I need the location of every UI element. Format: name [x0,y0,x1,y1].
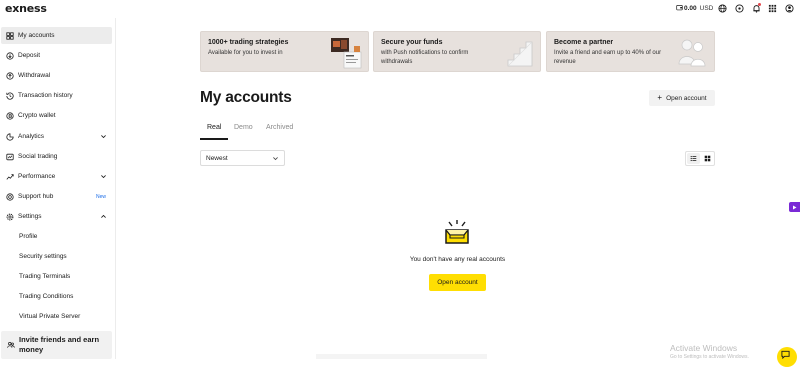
analytics-icon [6,132,14,141]
promo-text: Invite a friend and earn up to 40% of ou… [554,50,662,65]
support-icon [6,192,14,201]
activate-windows-watermark: Activate Windows Go to Settings to activ… [670,343,749,360]
promo-card-strategies[interactable]: 1000+ trading strategies Available for y… [200,31,369,72]
play-icon [793,205,797,209]
trading-screens-illustration [330,36,362,75]
sidebar-item-label: Analytics [18,133,45,140]
sidebar: My accounts Deposit Withdrawal Transacti… [0,18,116,359]
sidebar-item-withdrawal[interactable]: Withdrawal [1,67,112,84]
wallet-icon [676,4,683,13]
invite-friends-banner[interactable]: Invite friends and earn money [1,331,112,359]
settings-sub-trading-conditions[interactable]: Trading Conditions [19,293,73,300]
chat-support-button[interactable] [777,347,797,367]
sidebar-item-performance[interactable]: Performance [1,168,112,185]
accounts-grid-icon [6,31,14,40]
promo-title: Secure your funds [381,39,443,46]
grid-view-button[interactable] [701,153,714,164]
help-icon[interactable] [734,3,745,14]
empty-state-message: You don't have any real accounts [409,256,506,263]
chevron-down-icon [272,155,279,162]
performance-icon [6,173,14,181]
top-bar: exness 0.00 USD [0,0,800,18]
crypto-wallet-icon [6,111,14,120]
sidebar-item-label: My accounts [18,32,55,39]
settings-sub-vps[interactable]: Virtual Private Server [19,313,80,320]
sort-dropdown[interactable]: Newest [200,150,285,166]
promo-card-partner[interactable]: Become a partner Invite a friend and ear… [546,31,715,72]
plus-icon: + [657,93,663,102]
balance-currency: USD [699,5,714,12]
stairs-illustration [504,36,534,73]
sidebar-item-label: Withdrawal [18,72,51,79]
apps-grid-icon[interactable] [767,3,778,14]
grid-view-icon [704,155,711,162]
sidebar-item-label: Performance [18,173,56,180]
empty-box-icon [443,219,471,245]
promo-card-secure-funds[interactable]: Secure your funds with Push notification… [373,31,541,72]
sidebar-item-social-trading[interactable]: Social trading [1,148,112,165]
bottom-panel-edge [316,354,487,359]
chevron-up-icon [100,213,107,220]
sidebar-item-label: Social trading [18,153,58,160]
social-trading-icon [6,153,14,161]
sidebar-item-transaction-history[interactable]: Transaction history [1,87,112,104]
profile-icon[interactable] [784,3,795,14]
tab-real[interactable]: Real [207,124,221,131]
bell-icon[interactable] [751,3,762,14]
sidebar-item-label: Crypto wallet [18,112,56,119]
sidebar-item-deposit[interactable]: Deposit [1,47,112,64]
chat-icon [781,350,790,359]
sidebar-item-analytics[interactable]: Analytics [1,128,112,145]
partners-illustration [676,36,708,73]
settings-sub-profile[interactable]: Profile [19,233,37,240]
promo-title: Become a partner [554,39,614,46]
sidebar-item-support-hub[interactable]: Support hub New [1,188,112,205]
list-view-button[interactable] [687,153,700,164]
sidebar-item-label: Settings [18,213,42,220]
settings-icon [6,213,14,221]
tab-demo[interactable]: Demo [234,124,253,131]
sidebar-item-crypto-wallet[interactable]: Crypto wallet [1,107,112,124]
account-tabs: Real Demo Archived [200,121,715,140]
invite-icon [7,341,15,349]
promo-text: with Push notifications to confirm withd… [381,50,469,65]
sidebar-item-label: Deposit [18,52,41,59]
chevron-down-icon [100,173,107,180]
balance-amount: 0.00 [684,5,697,12]
open-account-label: Open account [666,94,707,102]
chevron-down-icon [100,133,107,140]
settings-sub-trading-terminals[interactable]: Trading Terminals [19,273,70,280]
globe-icon[interactable] [717,3,728,14]
promo-title: 1000+ trading strategies [208,39,289,46]
sidebar-item-label: Support hub [18,193,54,200]
promo-text: Available for you to invest in [208,50,283,56]
sidebar-item-label: Transaction history [18,92,73,99]
settings-sub-security[interactable]: Security settings [19,253,67,260]
side-extension-tab[interactable] [789,202,800,212]
list-view-icon [690,156,697,162]
activate-subtitle: Go to Settings to activate Windows. [670,354,749,360]
withdrawal-icon [6,71,14,80]
page-title: My accounts [200,89,292,106]
activate-title: Activate Windows [670,343,738,353]
sidebar-item-my-accounts[interactable]: My accounts [1,27,112,44]
balance-display[interactable]: 0.00 USD [676,4,713,13]
exness-logo[interactable]: exness [5,2,47,15]
sort-value: Newest [206,155,228,162]
notification-dot [758,3,761,6]
view-mode-toggle [685,151,715,166]
history-icon [6,91,14,100]
tab-archived[interactable]: Archived [266,124,293,131]
sidebar-item-settings[interactable]: Settings [1,208,112,225]
active-tab-indicator [200,138,228,140]
open-account-button-top[interactable]: + Open account [649,90,715,106]
deposit-icon [6,51,14,60]
open-account-button[interactable]: Open account [429,274,486,291]
new-badge: New [95,193,106,200]
invite-label: Invite friends and earn money [19,335,100,354]
